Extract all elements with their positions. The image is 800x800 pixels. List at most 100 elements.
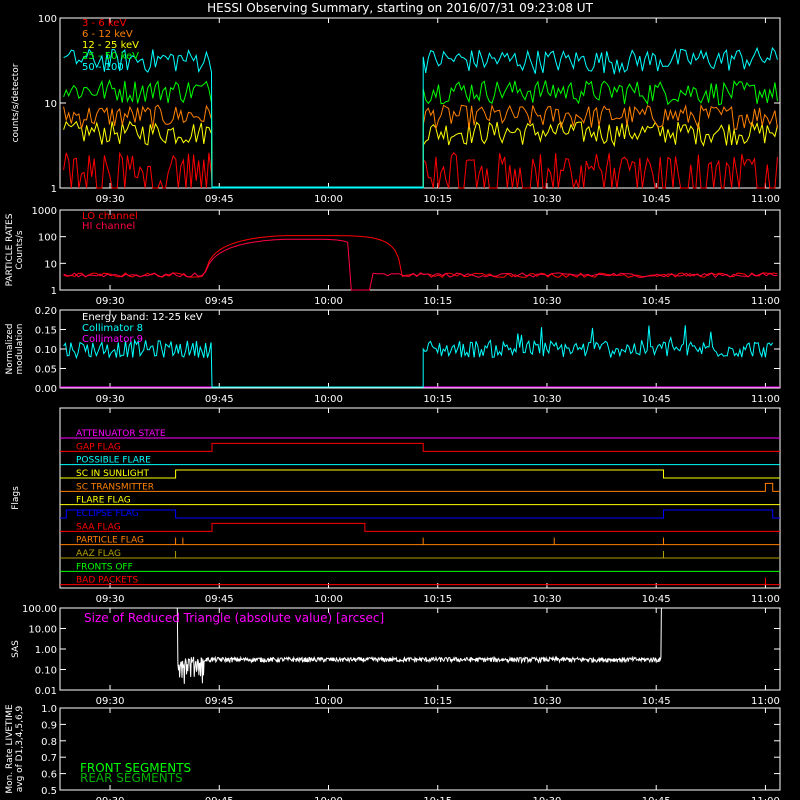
sas-time-tick-label: 11:00	[751, 696, 780, 707]
legend-entry: 25 - 50 keV	[82, 51, 139, 62]
count-rates-frame	[59, 17, 781, 189]
flag-line-7	[60, 522, 780, 532]
livetime-ytick-label: 0.9	[41, 720, 57, 731]
particle-rates-frame	[59, 209, 781, 291]
flag-label: ATTENUATOR STATE	[76, 429, 166, 439]
sas-time-tick-label: 10:15	[423, 696, 452, 707]
livetime-axis-label: Mon. Rate LIVETIME	[5, 704, 15, 794]
flags-frame	[59, 407, 781, 589]
flag-line-3	[60, 469, 780, 479]
flag-label: FLARE FLAG	[76, 496, 131, 506]
particle-rates-ytick-label: 10	[44, 259, 57, 270]
particle-rates-axis-label: PARTICLE RATES	[5, 213, 15, 286]
sas-ytick-label: 1.00	[35, 645, 57, 656]
sas-annotation: Size of Reduced Triangle (absolute value…	[84, 611, 384, 625]
livetime-ytick-label: 0.7	[41, 753, 57, 764]
count-rates-ylabel-group: counts/s/detector	[11, 63, 21, 142]
legend-entry: 3 - 6 keV	[82, 18, 126, 29]
modulation-annotation: Energy band: 12-25 keV	[82, 312, 203, 323]
livetime-time-tick-label: 10:15	[423, 796, 452, 800]
series-line-3-6kev	[63, 151, 778, 189]
count-rates-time-tick-label: 10:30	[533, 194, 562, 205]
livetime-time-tick-label: 10:45	[642, 796, 671, 800]
sas-time-tick-label: 09:45	[205, 696, 234, 707]
sas-time-tick-label: 10:45	[642, 696, 671, 707]
sas-time-tick-label: 10:30	[533, 696, 562, 707]
flags-time-tick-label: 10:45	[642, 594, 671, 605]
series-line-collimator8	[63, 325, 774, 388]
livetime-time-tick-label: 09:45	[205, 796, 234, 800]
livetime-time-tick-label: 09:30	[96, 796, 125, 800]
count-rates-time-tick-label: 10:45	[642, 194, 671, 205]
flags-time-tick-label: 11:00	[751, 594, 780, 605]
livetime-ytick-label: 1.0	[41, 704, 57, 715]
particle-rates-time-tick-label: 09:45	[205, 296, 234, 307]
flag-line-4	[60, 482, 780, 492]
sas-ytick-label: 100.00	[22, 604, 57, 615]
series-line-12-25kev	[63, 120, 778, 189]
count-rates-time-tick-label: 10:00	[314, 194, 343, 205]
particle-rates-ytick-label: 1000	[32, 206, 57, 217]
count-rates-axis-label: counts/s/detector	[11, 63, 21, 142]
modulation-time-tick-label: 09:45	[205, 394, 234, 405]
legend-entry: REAR SEGMENTS	[80, 771, 183, 785]
particle-rates-axis-label: Counts/s	[15, 230, 25, 269]
modulation-axis-label: Normalized	[5, 323, 15, 374]
particle-rates-time-tick-label: 10:45	[642, 296, 671, 307]
count-rates-ytick-label: 10	[44, 99, 57, 110]
count-rates-ytick-label: 1	[51, 184, 57, 195]
modulation-time-tick-label: 11:00	[751, 394, 780, 405]
flag-label: PARTICLE FLAG	[76, 536, 144, 546]
particle-rates-time-tick-label: 11:00	[751, 296, 780, 307]
sas-ytick-label: 10.00	[28, 625, 57, 636]
particle-rates-time-tick-label: 09:30	[96, 296, 125, 307]
modulation-ytick-label: 0.15	[35, 326, 57, 337]
sas-ylabel-group: SAS	[11, 640, 21, 658]
modulation-ytick-label: 0.00	[35, 384, 57, 395]
particle-rates-ylabel-group: PARTICLE RATES Counts/s	[5, 213, 25, 286]
series-line-hichannel	[63, 238, 778, 291]
particle-rates-time-tick-label: 10:00	[314, 296, 343, 307]
modulation-ylabel-group: Normalized modulation	[5, 323, 25, 374]
particle-rates-time-tick-label: 10:15	[423, 296, 452, 307]
modulation-time-tick-label: 10:45	[642, 394, 671, 405]
modulation-ytick-label: 0.10	[35, 345, 57, 356]
modulation-axis-label: modulation	[15, 324, 25, 375]
figure-title: HESSI Observing Summary, starting on 201…	[207, 1, 593, 15]
series-line-50-100	[63, 46, 778, 189]
legend-entry: 50 - 100	[82, 62, 124, 73]
modulation-time-tick-label: 09:30	[96, 394, 125, 405]
legend-entry: 6 - 12 keV	[82, 29, 133, 40]
livetime-ytick-label: 0.8	[41, 737, 57, 748]
flag-label: AAZ FLAG	[76, 549, 121, 559]
flags-time-tick-label: 09:45	[205, 594, 234, 605]
sas-ytick-label: 0.01	[35, 686, 57, 697]
flags-time-tick-label: 10:15	[423, 594, 452, 605]
count-rates-time-tick-label: 09:45	[205, 194, 234, 205]
sas-axis-label: SAS	[11, 640, 21, 658]
count-rates-time-tick-label: 10:15	[423, 194, 452, 205]
particle-rates-ytick-label: 1	[51, 286, 57, 297]
legend-entry: Collimator 9	[82, 334, 143, 345]
flag-label: GAP FLAG	[76, 442, 121, 452]
series-line-25-50kev	[63, 79, 778, 189]
livetime-time-tick-label: 11:00	[751, 796, 780, 800]
flags-time-tick-label: 09:30	[96, 594, 125, 605]
livetime-ytick-label: 0.5	[41, 786, 57, 797]
modulation-time-tick-label: 10:00	[314, 394, 343, 405]
sas-ytick-label: 0.10	[35, 666, 57, 677]
flag-line-6	[60, 509, 780, 519]
flags-time-tick-label: 10:00	[314, 594, 343, 605]
flags-ylabel-group: Flags	[11, 486, 21, 510]
count-rates-time-tick-label: 11:00	[751, 194, 780, 205]
legend-entry: Collimator 8	[82, 323, 143, 334]
flag-label: SC IN SUNLIGHT	[76, 469, 150, 479]
legend-entry: HI channel	[82, 221, 135, 232]
flag-label: SAA FLAG	[76, 522, 121, 532]
series-line-lochannel	[63, 235, 778, 278]
livetime-time-tick-label: 10:00	[314, 796, 343, 800]
flag-label: POSSIBLE FLARE	[76, 456, 151, 466]
flags-time-tick-label: 10:30	[533, 594, 562, 605]
flag-line-1	[60, 442, 780, 452]
series-line-6-12kev	[63, 103, 778, 189]
